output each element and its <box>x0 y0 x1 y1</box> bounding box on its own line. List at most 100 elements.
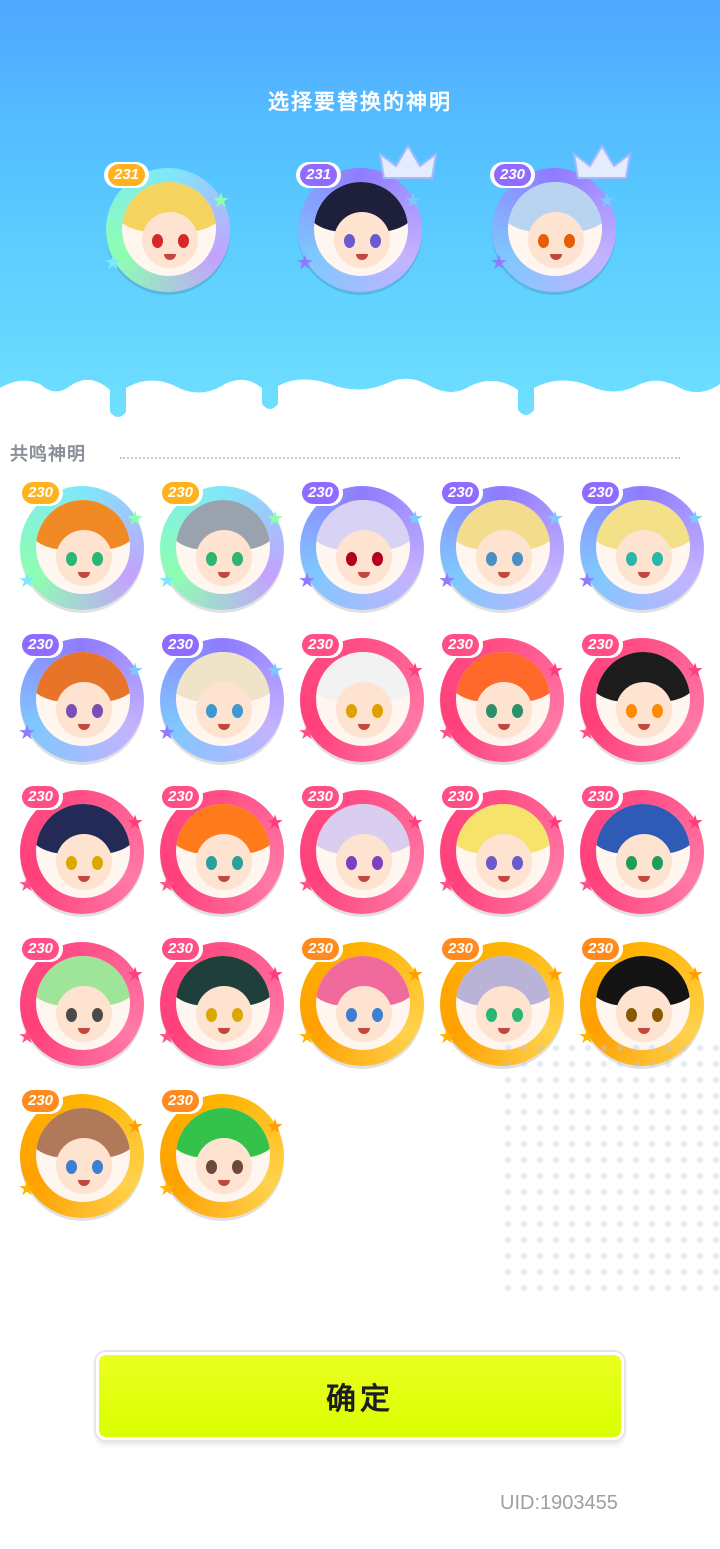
portrait-eye <box>626 552 637 566</box>
portrait-eye <box>486 704 497 718</box>
portrait-eye <box>564 234 575 248</box>
god-grid-item[interactable]: ★ ★ 230 <box>294 478 434 618</box>
star-icon: ★ <box>126 962 144 986</box>
god-grid-item[interactable]: ★ ★ 230 <box>574 478 714 618</box>
god-badge[interactable]: ★ ★ 230 <box>574 630 714 770</box>
god-badge[interactable]: ★ ★ 230 <box>154 782 294 922</box>
god-badge[interactable]: ★ ★ 230 <box>14 782 154 922</box>
god-grid-item[interactable]: ★ ★ 230 <box>294 934 434 1074</box>
god-badge[interactable]: ★ ★ 230 <box>294 630 434 770</box>
level-badge: 230 <box>18 1088 64 1114</box>
god-grid-item[interactable]: ★ ★ 230 <box>574 630 714 770</box>
portrait-eye <box>232 856 243 870</box>
portrait-eye <box>346 856 357 870</box>
star-icon: ★ <box>686 506 704 530</box>
god-grid-item[interactable]: ★ ★ 230 <box>154 1086 294 1226</box>
god-badge[interactable]: ★ ★ 230 <box>154 934 294 1074</box>
god-grid-item[interactable]: ★ ★ 230 <box>154 782 294 922</box>
portrait-eye <box>372 704 383 718</box>
star-icon: ★ <box>686 810 704 834</box>
portrait-eye <box>512 856 523 870</box>
god-grid-item[interactable]: ★ ★ 230 <box>154 630 294 770</box>
level-badge: 230 <box>438 480 484 506</box>
god-grid-item[interactable]: ★ ★ 230 <box>154 478 294 618</box>
god-badge[interactable]: ★ ★ 230 <box>14 934 154 1074</box>
god-badge[interactable]: ★ ★ 230 <box>294 478 434 618</box>
god-portrait <box>36 1108 130 1202</box>
level-value: 231 <box>108 164 146 186</box>
level-value: 230 <box>442 938 480 960</box>
confirm-button[interactable]: 确定 <box>96 1352 624 1440</box>
portrait-eye <box>66 856 77 870</box>
god-grid-item[interactable]: ★ ★ 230 <box>574 782 714 922</box>
level-badge: 230 <box>18 784 64 810</box>
portrait-eye <box>346 1008 357 1022</box>
portrait-eye <box>344 234 355 248</box>
star-icon: ★ <box>18 568 36 592</box>
god-portrait <box>456 500 550 594</box>
god-grid-item[interactable]: ★ ★ 230 <box>14 630 154 770</box>
god-grid-item[interactable]: ★ ★ 230 <box>434 782 574 922</box>
god-badge[interactable]: ★ ★ 230 <box>434 782 574 922</box>
level-value: 230 <box>302 482 340 504</box>
god-badge[interactable]: ★ ★ 230 <box>486 144 636 320</box>
star-icon: ★ <box>490 250 508 274</box>
god-grid-item[interactable]: ★ ★ 230 <box>14 1086 154 1226</box>
god-grid-item[interactable]: ★ ★ 230 <box>14 782 154 922</box>
level-value: 230 <box>582 634 620 656</box>
star-icon: ★ <box>18 720 36 744</box>
god-grid-item[interactable]: ★ ★ 230 <box>14 934 154 1074</box>
god-portrait <box>122 182 216 276</box>
decorative-dots <box>500 1040 720 1300</box>
god-portrait <box>596 956 690 1050</box>
star-icon: ★ <box>578 720 596 744</box>
god-grid-item[interactable]: ★ ★ 230 <box>434 478 574 618</box>
god-badge[interactable]: ★ ★ 230 <box>294 934 434 1074</box>
selected-god-slot[interactable]: ★ ★ 231 <box>100 160 250 320</box>
god-badge[interactable]: ★ ★ 230 <box>14 1086 154 1226</box>
portrait-eye <box>92 856 103 870</box>
god-badge[interactable]: ★ ★ 230 <box>14 478 154 618</box>
god-grid-item[interactable]: ★ ★ 230 <box>294 630 434 770</box>
god-grid-item[interactable]: ★ ★ 230 <box>434 630 574 770</box>
god-badge[interactable]: ★ ★ 230 <box>154 630 294 770</box>
level-value: 231 <box>300 164 338 186</box>
god-badge[interactable]: ★ ★ 230 <box>574 478 714 618</box>
level-value: 230 <box>162 786 200 808</box>
star-icon: ★ <box>298 872 316 896</box>
confirm-button-label: 确定 <box>326 1382 394 1417</box>
god-badge[interactable]: ★ ★ 230 <box>14 630 154 770</box>
god-badge[interactable]: ★ ★ 230 <box>154 478 294 618</box>
level-value: 230 <box>162 634 200 656</box>
god-badge[interactable]: ★ ★ 231 <box>292 144 442 320</box>
selected-god-slot[interactable]: ★ ★ 230 <box>486 144 636 320</box>
star-icon: ★ <box>18 1176 36 1200</box>
star-icon: ★ <box>578 568 596 592</box>
portrait-eye <box>372 856 383 870</box>
god-grid-item[interactable]: ★ ★ 230 <box>294 782 434 922</box>
star-icon: ★ <box>126 658 144 682</box>
portrait-eye <box>206 1008 217 1022</box>
section-label: 共鸣神明 <box>10 444 86 465</box>
portrait-eye <box>538 234 549 248</box>
god-badge[interactable]: ★ ★ 231 <box>100 160 250 320</box>
star-icon: ★ <box>266 658 284 682</box>
god-grid-item[interactable]: ★ ★ 230 <box>14 478 154 618</box>
level-badge: 230 <box>298 936 344 962</box>
star-icon: ★ <box>438 568 456 592</box>
selected-god-slot[interactable]: ★ ★ 231 <box>292 144 442 320</box>
god-badge[interactable]: ★ ★ 230 <box>294 782 434 922</box>
god-badge[interactable]: ★ ★ 230 <box>154 1086 294 1226</box>
god-portrait <box>316 956 410 1050</box>
god-grid-item[interactable]: ★ ★ 230 <box>154 934 294 1074</box>
god-portrait <box>314 182 408 276</box>
portrait-eye <box>66 1160 77 1174</box>
star-icon: ★ <box>406 506 424 530</box>
god-badge[interactable]: ★ ★ 230 <box>434 630 574 770</box>
uid-text: UID:1903455 <box>500 1492 618 1514</box>
portrait-eye <box>626 1008 637 1022</box>
portrait-eye <box>232 1008 243 1022</box>
god-badge[interactable]: ★ ★ 230 <box>574 782 714 922</box>
god-badge[interactable]: ★ ★ 230 <box>434 478 574 618</box>
portrait-eye <box>372 552 383 566</box>
